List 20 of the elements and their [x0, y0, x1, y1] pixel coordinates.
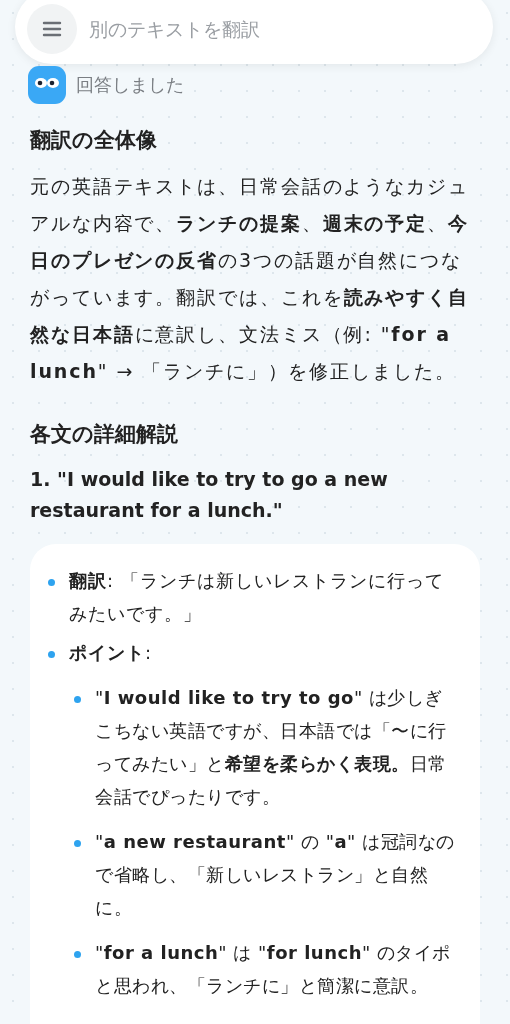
search-field[interactable]: 別のテキストを翻訳 — [15, 0, 493, 64]
paragraph: 元の英語テキストは、日常会話のようなカジュアルな内容で、ランチの提案、週末の予定、今日のプレゼンの反省の3つの話題が自然につながっています。翻訳では、これを読みやすく自然な日本語に意訳し、文法ミス（例: "for a lunch" → 「ランチに」）を修正しました。 — [30, 174, 470, 384]
bullet-icon — [74, 951, 81, 958]
bullet-text: ポイント: — [69, 641, 153, 665]
status-text: 回答しました — [76, 73, 184, 97]
search-input[interactable]: 別のテキストを翻訳 — [87, 17, 481, 41]
bullet-text: "a new restaurant" の "a" は冠詞なので省略し、「新しいレストラン」と自然に。 — [95, 830, 456, 920]
bullet-text: 翻訳: 「ランチは新しいレストランに行ってみたいです。」 — [69, 569, 445, 626]
section-heading: 各文の詳細解説 — [30, 421, 179, 448]
mascot-icon — [28, 66, 66, 104]
bullet-icon — [48, 579, 55, 586]
bullet-text: "I would like to try to go" は少しぎこちない英語ですが、日本語では「〜に行ってみたい」と希望を柔らかく表現。日常会話でぴったりです。 — [95, 686, 448, 809]
menu-button[interactable] — [27, 4, 77, 54]
menu-icon — [42, 21, 62, 37]
section-heading: 翻訳の全体像 — [30, 127, 158, 154]
bullet-text: "for a lunch" は "for lunch" のタイポと思われ、「ランチに」と簡潔に意訳。 — [95, 941, 452, 998]
bullet-icon — [74, 840, 81, 847]
item-title: 1. "I would like to try to go a new restaurant for a lunch." — [30, 467, 389, 523]
bullet-icon — [48, 651, 55, 658]
bullet-icon — [74, 696, 81, 703]
